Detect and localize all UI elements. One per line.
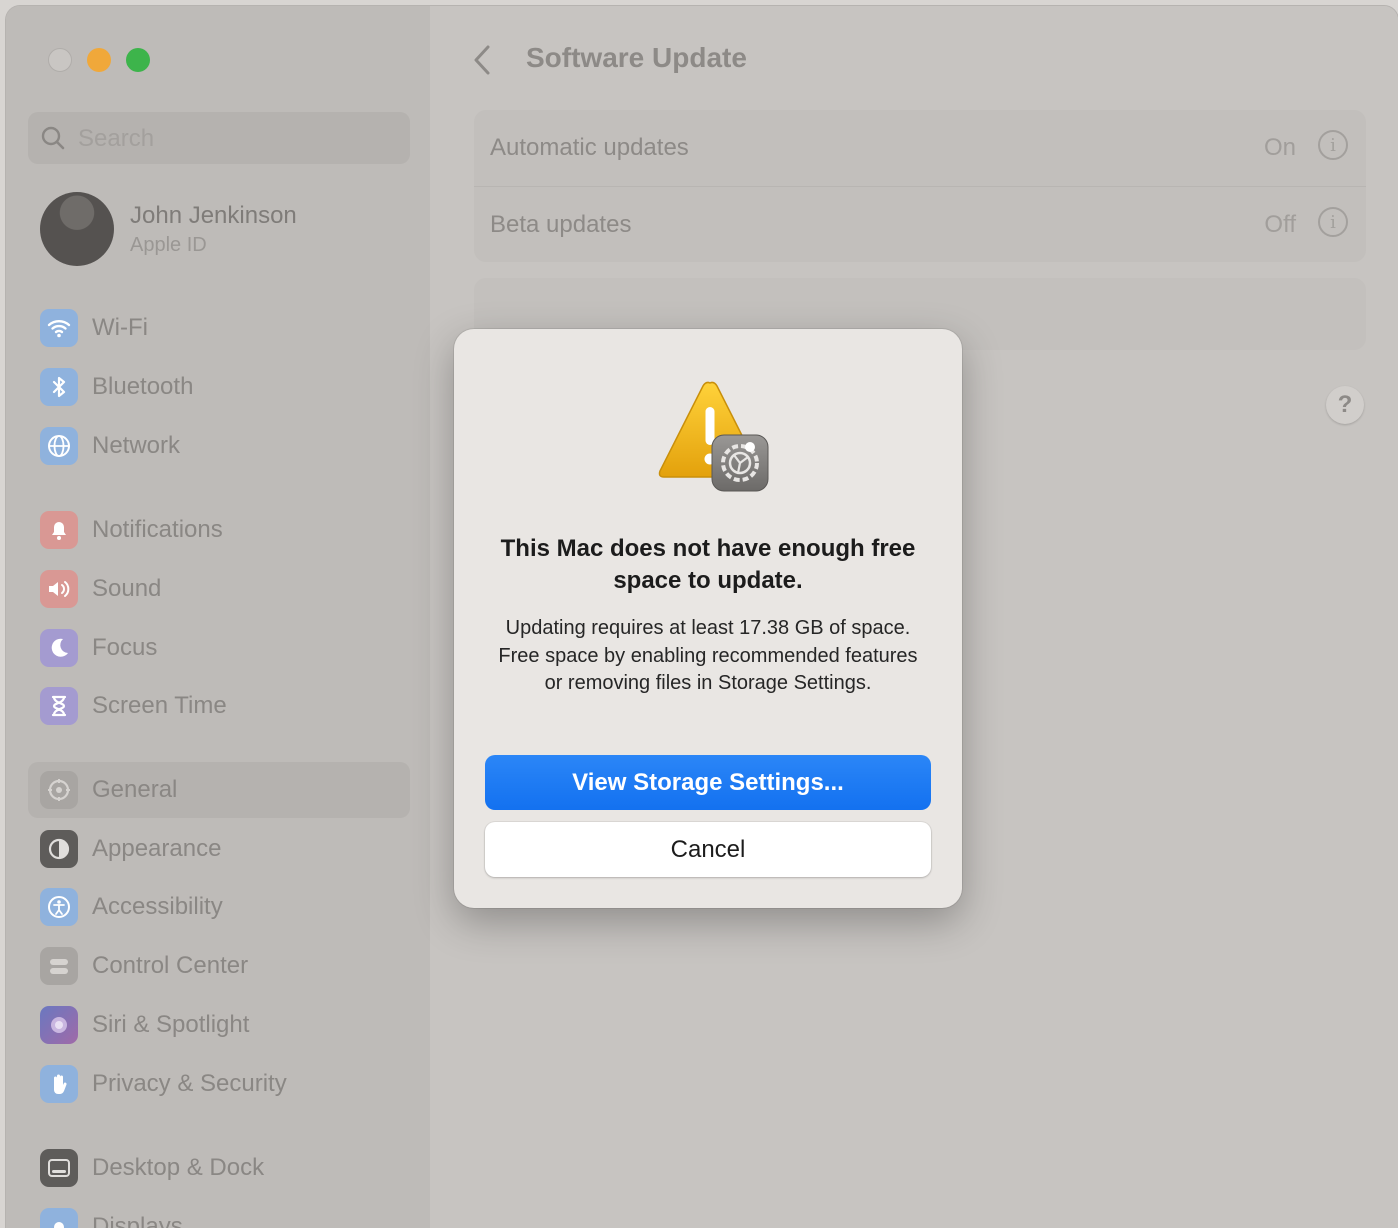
sidebar-item-label: General [92, 776, 178, 803]
sidebar-item-label: Wi-Fi [92, 314, 148, 341]
sidebar-item-focus[interactable]: Focus [28, 620, 410, 676]
sidebar-item-accessibility[interactable]: Accessibility [28, 879, 410, 935]
gear-icon [40, 771, 78, 809]
hourglass-icon [40, 687, 78, 725]
close-window-button[interactable] [48, 48, 72, 72]
bell-icon [40, 511, 78, 549]
help-button[interactable]: ? [1326, 386, 1364, 424]
accessibility-icon [40, 888, 78, 926]
automatic-updates-row: Automatic updates On i [474, 110, 1366, 186]
sidebar-item-appearance[interactable]: Appearance [28, 821, 410, 877]
row-value: On [1263, 134, 1296, 161]
dialog-title: This Mac does not have enough free space… [500, 535, 916, 594]
sidebar-item-label: Appearance [92, 835, 222, 862]
sidebar-item-control-center[interactable]: Control Center [28, 938, 410, 994]
control-center-icon [40, 947, 78, 985]
sidebar-item-label: Accessibility [92, 893, 223, 920]
appearance-icon [40, 830, 78, 868]
view-storage-settings-button[interactable]: View Storage Settings... [485, 755, 931, 810]
insufficient-space-dialog: This Mac does not have enough free space… [454, 329, 962, 908]
update-settings-group: Automatic updates On i Beta updates Off … [474, 110, 1366, 262]
sidebar-item-label: Displays [92, 1213, 183, 1228]
sidebar-item-label: Focus [92, 634, 158, 661]
sidebar-item-desktop-dock[interactable]: Desktop & Dock [28, 1140, 410, 1196]
dock-icon [40, 1149, 78, 1187]
siri-icon [40, 1006, 78, 1044]
search-icon [40, 125, 66, 156]
sidebar-item-network[interactable]: Network [28, 418, 410, 474]
apple-id-profile[interactable]: John Jenkinson Apple ID [40, 192, 410, 268]
minimize-window-button[interactable] [87, 48, 111, 72]
sidebar-item-label: Siri & Spotlight [92, 1011, 250, 1038]
avatar [40, 192, 114, 266]
hand-icon [40, 1065, 78, 1103]
sidebar-item-label: Bluetooth [92, 373, 194, 400]
sidebar-item-siri-spotlight[interactable]: Siri & Spotlight [28, 997, 410, 1053]
globe-icon [40, 427, 78, 465]
sidebar-item-label: Notifications [92, 516, 223, 543]
zoom-window-button[interactable] [126, 48, 150, 72]
info-icon[interactable]: i [1318, 130, 1348, 160]
page-title: Software Update [526, 42, 747, 73]
search-field[interactable] [28, 112, 410, 164]
moon-icon [40, 629, 78, 667]
sidebar-item-displays[interactable]: Displays [28, 1199, 410, 1228]
sidebar-item-privacy-security[interactable]: Privacy & Security [28, 1056, 410, 1112]
row-label: Automatic updates [490, 134, 689, 161]
sidebar-item-label: Sound [92, 575, 162, 602]
sidebar: John Jenkinson Apple ID Wi-Fi Bluetooth … [6, 6, 431, 1228]
sidebar-item-general[interactable]: General [28, 762, 410, 818]
sidebar-item-screen-time[interactable]: Screen Time [28, 678, 410, 734]
profile-subtitle: Apple ID [130, 234, 207, 256]
sidebar-item-label: Network [92, 432, 181, 459]
sidebar-item-notifications[interactable]: Notifications [28, 502, 410, 558]
back-button[interactable] [468, 42, 496, 78]
chevron-left-icon [474, 45, 490, 75]
profile-name: John Jenkinson [130, 202, 297, 229]
sidebar-item-bluetooth[interactable]: Bluetooth [28, 359, 410, 415]
warning-icon [658, 381, 769, 492]
sidebar-item-label: Control Center [92, 952, 249, 979]
dialog-message: Updating requires at least 17.38 GB of s… [498, 617, 918, 694]
bluetooth-icon [40, 368, 78, 406]
speaker-icon [40, 570, 78, 608]
sidebar-item-wifi[interactable]: Wi-Fi [28, 300, 410, 356]
row-value: Off [1264, 211, 1296, 238]
sidebar-item-label: Screen Time [92, 692, 227, 719]
beta-updates-row: Beta updates Off i [474, 186, 1366, 263]
cancel-button[interactable]: Cancel [485, 822, 931, 877]
sidebar-item-label: Desktop & Dock [92, 1154, 265, 1181]
display-icon [40, 1208, 78, 1228]
sidebar-item-sound[interactable]: Sound [28, 561, 410, 617]
search-input[interactable] [76, 120, 400, 158]
sidebar-item-label: Privacy & Security [92, 1070, 287, 1097]
wifi-icon [40, 309, 78, 347]
row-label: Beta updates [490, 211, 632, 238]
info-icon[interactable]: i [1318, 207, 1348, 237]
